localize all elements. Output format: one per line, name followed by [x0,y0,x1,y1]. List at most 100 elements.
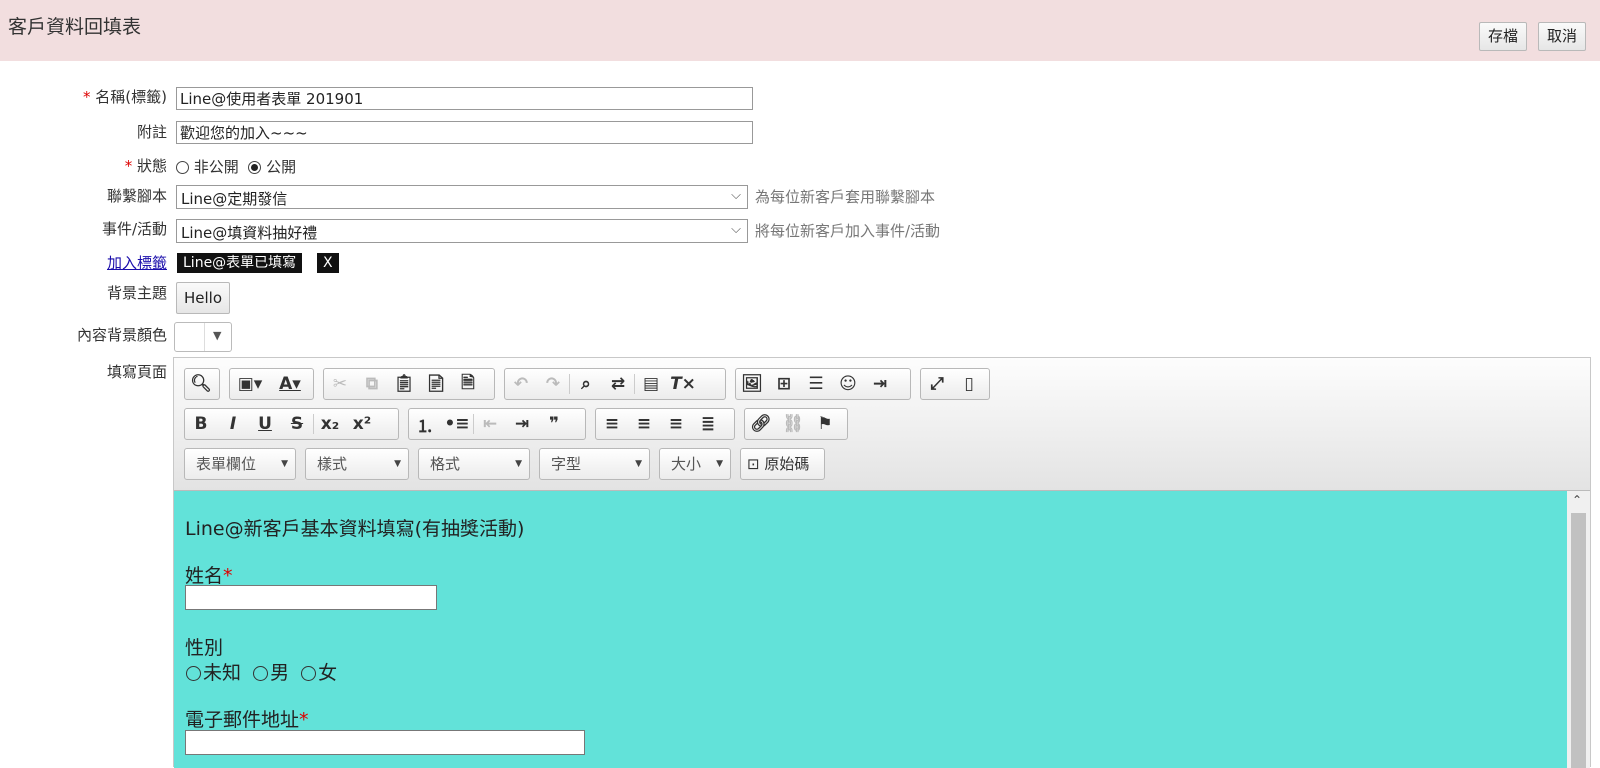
font-combo[interactable]: 字型 ▼ [539,448,650,480]
blockquote-icon[interactable]: ❞ [538,409,570,439]
superscript-icon[interactable]: x² [346,409,378,439]
paste-text-icon[interactable]: 📄︎ [420,369,452,399]
script-hint: 為每位新客戶套用聯繫腳本 [755,188,936,206]
note-input[interactable] [176,121,753,144]
align-right-icon[interactable]: ≡ [660,409,692,439]
status-label: * 狀態 [124,157,167,175]
scroll-up-icon[interactable]: ⌃ [1572,493,1582,507]
paste-icon[interactable]: 📋︎ [388,369,420,399]
tag-chip: Line@表單已填寫 [177,253,303,273]
toolbar-group-insert: 🖼︎ ⊞ ☰ ☺ ⇥ [735,368,911,400]
cancel-button[interactable]: 取消 [1538,22,1587,51]
chevron-down-icon: ▼ [281,459,288,469]
replace-icon[interactable]: ⇄ [602,369,634,399]
status-public-radio[interactable] [248,161,262,174]
cut-icon[interactable]: ✂ [324,369,356,399]
content-name-label: 姓名* [185,565,233,587]
chevron-down-icon: ▼ [394,459,401,469]
text-color-icon[interactable]: A▾ [270,369,310,399]
tag-remove-button[interactable]: X [317,253,339,273]
bulleted-list-icon[interactable]: •≡ [441,409,473,439]
add-tag-link[interactable]: 加入標籤 [107,252,167,273]
indent-icon[interactable]: ⇥ [506,409,538,439]
maximize-icon[interactable]: ⤢ [921,369,953,399]
numbered-list-icon[interactable]: ⒈ [409,409,441,439]
chevron-down-icon: ▼ [515,459,522,469]
horizontal-line-icon[interactable]: ☰ [800,369,832,399]
scrollbar-thumb[interactable] [1571,513,1586,768]
chevron-down-icon: ⌵ [731,188,741,203]
find-icon[interactable]: ⌕ [570,369,602,399]
remove-format-icon[interactable]: T× [667,369,699,399]
toolbar-group-lists: ⒈ •≡ ⇤ ⇥ ❞ [408,408,586,440]
toolbar-group-clipboard: ✂ ⧉ 📋︎ 📄︎ 🗎 [323,368,495,400]
select-all-icon[interactable]: ▤ [635,369,667,399]
italic-icon[interactable]: I [217,409,249,439]
note-label: 附註 [136,123,167,141]
status-private-label: 非公開 [193,158,239,176]
bold-icon[interactable]: B [185,409,217,439]
show-blocks-icon[interactable]: ▯ [953,369,985,399]
background-color-icon[interactable]: ▣▾ [230,369,270,399]
page-label: 填寫頁面 [106,363,167,381]
outdent-icon[interactable]: ⇤ [474,409,506,439]
smiley-icon[interactable]: ☺ [832,369,864,399]
anchor-flag-icon[interactable]: ⚑ [809,409,841,439]
redo-icon[interactable]: ↷ [537,369,569,399]
subscript-icon[interactable]: x₂ [314,409,346,439]
status-radio-group: 非公開 公開 [176,156,296,177]
page-title: 客戶資料回填表 [8,16,142,38]
save-button[interactable]: 存檔 [1479,22,1528,51]
toolbar-group-align: ≡ ≡ ≡ ≣ [595,408,735,440]
header-bar: 客戶資料回填表 存檔 取消 [0,0,1600,61]
chevron-down-icon: ⌵ [731,222,741,237]
underline-icon[interactable]: U [249,409,281,439]
editor-scrollbar[interactable]: ⌃ [1567,491,1590,768]
align-center-icon[interactable]: ≡ [628,409,660,439]
bgcolor-picker[interactable]: ▼ [174,322,232,352]
unlink-icon[interactable]: ⛓ [777,409,809,439]
theme-button[interactable]: Hello [176,282,231,314]
content-email-input[interactable] [185,730,585,755]
align-left-icon[interactable]: ≡ [596,409,628,439]
script-label: 聯繫腳本 [106,187,167,205]
chevron-down-icon: ▼ [213,329,222,342]
event-hint: 將每位新客戶加入事件/活動 [755,222,941,240]
gender-unknown-radio[interactable] [186,666,201,681]
chevron-down-icon: ▼ [716,459,723,469]
size-combo[interactable]: 大小 ▼ [659,448,731,480]
strikethrough-icon[interactable]: S [281,409,313,439]
table-icon[interactable]: ⊞ [768,369,800,399]
swatch-divider [204,323,205,351]
align-justify-icon[interactable]: ≣ [692,409,724,439]
toolbar-group-preview: 🔍︎ [184,368,220,400]
page-break-icon[interactable]: ⇥ [864,369,896,399]
script-select-value: Line@定期發信 [181,190,288,208]
bgcolor-label: 內容背景顏色 [76,326,167,344]
gender-female-radio[interactable] [301,666,317,681]
event-select[interactable]: Line@填資料抽好禮 ⌵ [176,219,748,243]
preview-icon[interactable]: 🔍︎ [185,369,217,399]
editor-toolbar: 🔍︎ ▣▾ A▾ ✂ ⧉ 📋︎ 📄︎ 🗎 ↶ ↷ ⌕ ⇄ ▤ T× 🖼︎ ⊞ ☰ [174,358,1590,491]
theme-label: 背景主題 [106,284,167,302]
image-icon[interactable]: 🖼︎ [736,369,768,399]
content-name-input[interactable] [185,585,437,610]
style-combo[interactable]: 樣式 ▼ [305,448,409,480]
copy-icon[interactable]: ⧉ [356,369,388,399]
event-label: 事件/活動 [101,220,167,238]
paste-word-icon[interactable]: 🗎 [452,369,484,399]
form-field-combo[interactable]: 表單欄位 ▼ [184,448,296,480]
format-combo[interactable]: 格式 ▼ [418,448,530,480]
link-icon[interactable]: 🔗︎ [745,409,777,439]
editor-content[interactable]: Line@新客戶基本資料填寫(有抽獎活動) 姓名* 性別 未知 男 女 電子郵件… [174,491,1567,768]
status-public-label: 公開 [266,158,297,176]
name-input[interactable] [176,87,753,110]
undo-icon[interactable]: ↶ [505,369,537,399]
status-private-radio[interactable] [176,161,189,174]
source-button[interactable]: ⊡ 原始碼 [740,448,825,480]
toolbar-group-basic-styles: B I U S x₂ x² [184,408,399,440]
toolbar-group-colors: ▣▾ A▾ [229,368,314,400]
gender-male-radio[interactable] [253,666,269,681]
script-select[interactable]: Line@定期發信 ⌵ [176,185,748,209]
content-gender-options: 未知 男 女 [180,658,337,685]
